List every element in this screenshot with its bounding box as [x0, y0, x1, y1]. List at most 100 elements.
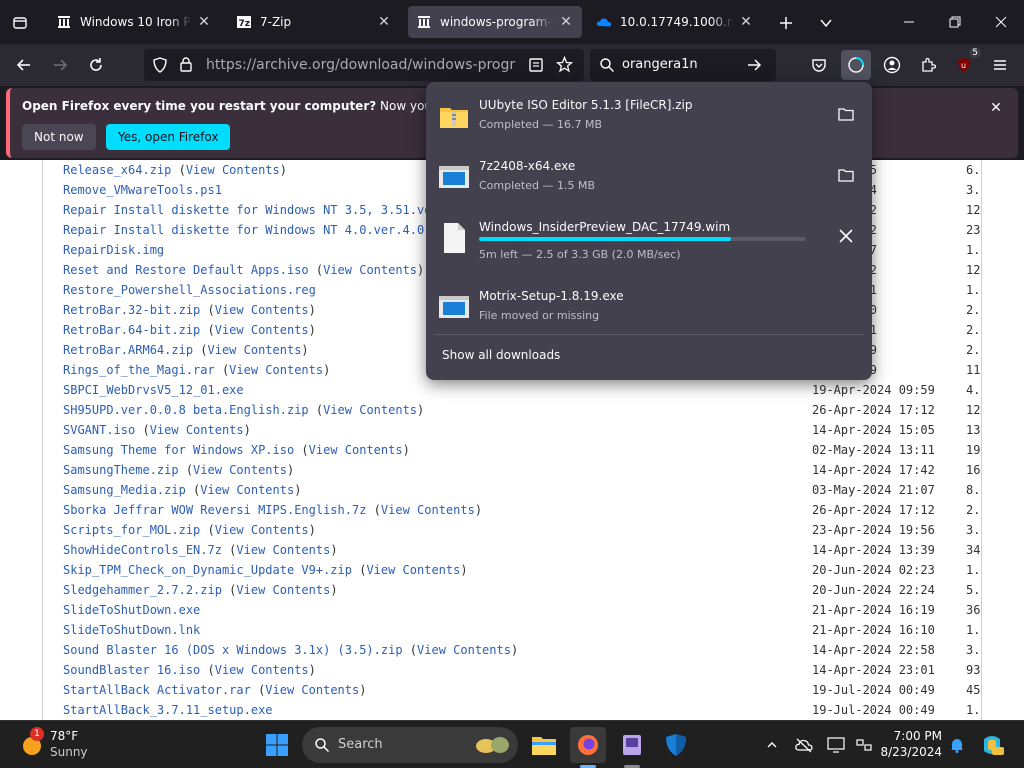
- view-contents-link[interactable]: View Contents: [186, 163, 280, 177]
- view-contents-link[interactable]: View Contents: [208, 343, 302, 357]
- back-icon[interactable]: [9, 50, 39, 80]
- file-link[interactable]: SH95UPD.ver.0.0.8 beta.English.zip: [63, 403, 309, 417]
- close-icon[interactable]: ✕: [986, 98, 1006, 118]
- pocket-icon[interactable]: [804, 50, 834, 80]
- close-window-icon[interactable]: [978, 0, 1024, 44]
- reload-icon[interactable]: [81, 50, 111, 80]
- search-go-icon[interactable]: [746, 57, 762, 77]
- file-link[interactable]: SoundBlaster 16.iso: [63, 663, 200, 677]
- view-contents-link[interactable]: View Contents: [323, 263, 417, 277]
- list-all-tabs-icon[interactable]: [812, 9, 840, 37]
- view-contents-link[interactable]: View Contents: [150, 423, 244, 437]
- file-link[interactable]: RepairDisk.img: [63, 243, 164, 257]
- file-link[interactable]: Release_x64.zip: [63, 163, 171, 177]
- minimize-icon[interactable]: [886, 0, 932, 44]
- file-link[interactable]: Samsung_Media.zip: [63, 483, 186, 497]
- view-contents-link[interactable]: View Contents: [215, 663, 309, 677]
- close-tab-icon[interactable]: ✕: [738, 14, 754, 30]
- shield-icon[interactable]: [152, 57, 168, 77]
- show-all-downloads-link[interactable]: Show all downloads: [442, 348, 560, 362]
- view-contents-link[interactable]: View Contents: [381, 503, 475, 517]
- reader-view-icon[interactable]: [528, 57, 544, 77]
- file-link[interactable]: RetroBar.64-bit.zip: [63, 323, 200, 337]
- account-icon[interactable]: [877, 50, 907, 80]
- file-link[interactable]: RetroBar.ARM64.zip: [63, 343, 193, 357]
- display-icon[interactable]: [824, 733, 848, 757]
- tab-7zip[interactable]: 7z 7-Zip ✕: [228, 6, 400, 38]
- new-tab-icon[interactable]: [772, 9, 800, 37]
- file-link[interactable]: Sledgehammer_2.7.2.zip: [63, 583, 222, 597]
- view-contents-link[interactable]: View Contents: [193, 463, 287, 477]
- view-contents-link[interactable]: View Contents: [323, 403, 417, 417]
- close-tab-icon[interactable]: ✕: [558, 14, 574, 30]
- view-contents-link[interactable]: View Contents: [309, 443, 403, 457]
- file-link[interactable]: Repair Install diskette for Windows NT 3…: [63, 203, 439, 217]
- file-link[interactable]: Repair Install diskette for Windows NT 4…: [63, 223, 439, 237]
- file-link[interactable]: ShowHideControls_EN.7z: [63, 543, 222, 557]
- view-contents-link[interactable]: View Contents: [236, 583, 330, 597]
- copilot-icon[interactable]: [980, 733, 1004, 757]
- view-contents-link[interactable]: View Contents: [417, 643, 511, 657]
- file-link[interactable]: SBPCI_WebDrvsV5_12_01.exe: [63, 383, 244, 397]
- app-icon[interactable]: [614, 727, 650, 763]
- search-bar[interactable]: orangera1n: [590, 49, 776, 81]
- bookmark-star-icon[interactable]: [555, 55, 574, 77]
- file-link[interactable]: Samsung Theme for Windows XP.iso: [63, 443, 294, 457]
- file-explorer-icon[interactable]: [526, 727, 562, 763]
- tab-windows-program-archive[interactable]: windows-program-arch ✕: [408, 6, 582, 38]
- firefox-taskbar-icon[interactable]: [570, 727, 606, 763]
- open-folder-icon[interactable]: [836, 104, 856, 124]
- download-item[interactable]: Motrix-Setup-1.8.19.exe File moved or mi…: [426, 275, 872, 335]
- weather-widget[interactable]: 1 78°F Sunny: [18, 727, 138, 763]
- file-link[interactable]: RetroBar.32-bit.zip: [63, 303, 200, 317]
- close-tab-icon[interactable]: ✕: [196, 14, 212, 30]
- view-contents-link[interactable]: View Contents: [200, 483, 294, 497]
- file-link[interactable]: Rings_of_the_Magi.rar: [63, 363, 215, 377]
- extensions-icon[interactable]: [913, 50, 943, 80]
- file-link[interactable]: SlideToShutDown.exe: [63, 603, 200, 617]
- downloads-icon[interactable]: [841, 50, 871, 80]
- forward-icon[interactable]: [45, 50, 75, 80]
- file-link[interactable]: SlideToShutDown.lnk: [63, 623, 200, 637]
- lock-icon[interactable]: [178, 56, 194, 77]
- not-now-button[interactable]: Not now: [22, 124, 96, 150]
- view-contents-link[interactable]: View Contents: [236, 543, 330, 557]
- view-contents-link[interactable]: View Contents: [366, 563, 460, 577]
- ublock-icon[interactable]: u 5: [949, 48, 981, 80]
- download-item[interactable]: 7z2408-x64.exe Completed — 1.5 MB: [426, 145, 872, 205]
- view-contents-link[interactable]: View Contents: [229, 363, 323, 377]
- download-item[interactable]: Windows_InsiderPreview_DAC_17749.wim 5m …: [426, 206, 872, 266]
- file-link[interactable]: Reset and Restore Default Apps.iso: [63, 263, 309, 277]
- file-link[interactable]: StartAllBack_3.7.11_setup.exe: [63, 703, 273, 717]
- file-link[interactable]: SVGANT.iso: [63, 423, 135, 437]
- open-folder-icon[interactable]: [836, 165, 856, 185]
- cancel-download-icon[interactable]: [836, 226, 856, 246]
- search-input[interactable]: orangera1n: [622, 57, 698, 72]
- view-contents-link[interactable]: View Contents: [215, 303, 309, 317]
- view-contents-link[interactable]: View Contents: [215, 323, 309, 337]
- file-link[interactable]: Sound Blaster 16 (DOS x Windows 3.1x) (3…: [63, 643, 403, 657]
- file-link[interactable]: Skip_TPM_Check_on_Dynamic_Update V9+.zip: [63, 563, 352, 577]
- defender-icon[interactable]: [658, 727, 694, 763]
- notification-bell-icon[interactable]: [945, 733, 969, 757]
- tab-onedrive[interactable]: 10.0.17749.1000.rs5_rele ✕: [588, 6, 762, 38]
- menu-icon[interactable]: [985, 50, 1015, 80]
- file-link[interactable]: SamsungTheme.zip: [63, 463, 179, 477]
- tab-windows-10-iron[interactable]: Windows 10 Iron Post- ✕: [48, 6, 220, 38]
- url-bar[interactable]: https://archive.org/download/windows-pro…: [144, 49, 584, 81]
- firefox-view-icon[interactable]: [6, 9, 34, 37]
- open-firefox-button[interactable]: Yes, open Firefox: [106, 124, 231, 150]
- file-link[interactable]: Remove_VMwareTools.ps1: [63, 183, 222, 197]
- close-tab-icon[interactable]: ✕: [376, 14, 392, 30]
- file-link[interactable]: Sborka Jeffrar WOW Reversi MIPS.English.…: [63, 503, 366, 517]
- file-link[interactable]: Scripts_for_MOL.zip: [63, 523, 200, 537]
- clock[interactable]: 7:00 PM 8/23/2024: [880, 728, 942, 760]
- network-icon[interactable]: [852, 733, 876, 757]
- cloud-offline-icon[interactable]: [792, 733, 816, 757]
- view-contents-link[interactable]: View Contents: [215, 523, 309, 537]
- start-icon[interactable]: [259, 727, 295, 763]
- restore-icon[interactable]: [932, 0, 978, 44]
- chevron-up-icon[interactable]: [760, 733, 784, 757]
- file-link[interactable]: StartAllBack Activator.rar: [63, 683, 251, 697]
- view-contents-link[interactable]: View Contents: [265, 683, 359, 697]
